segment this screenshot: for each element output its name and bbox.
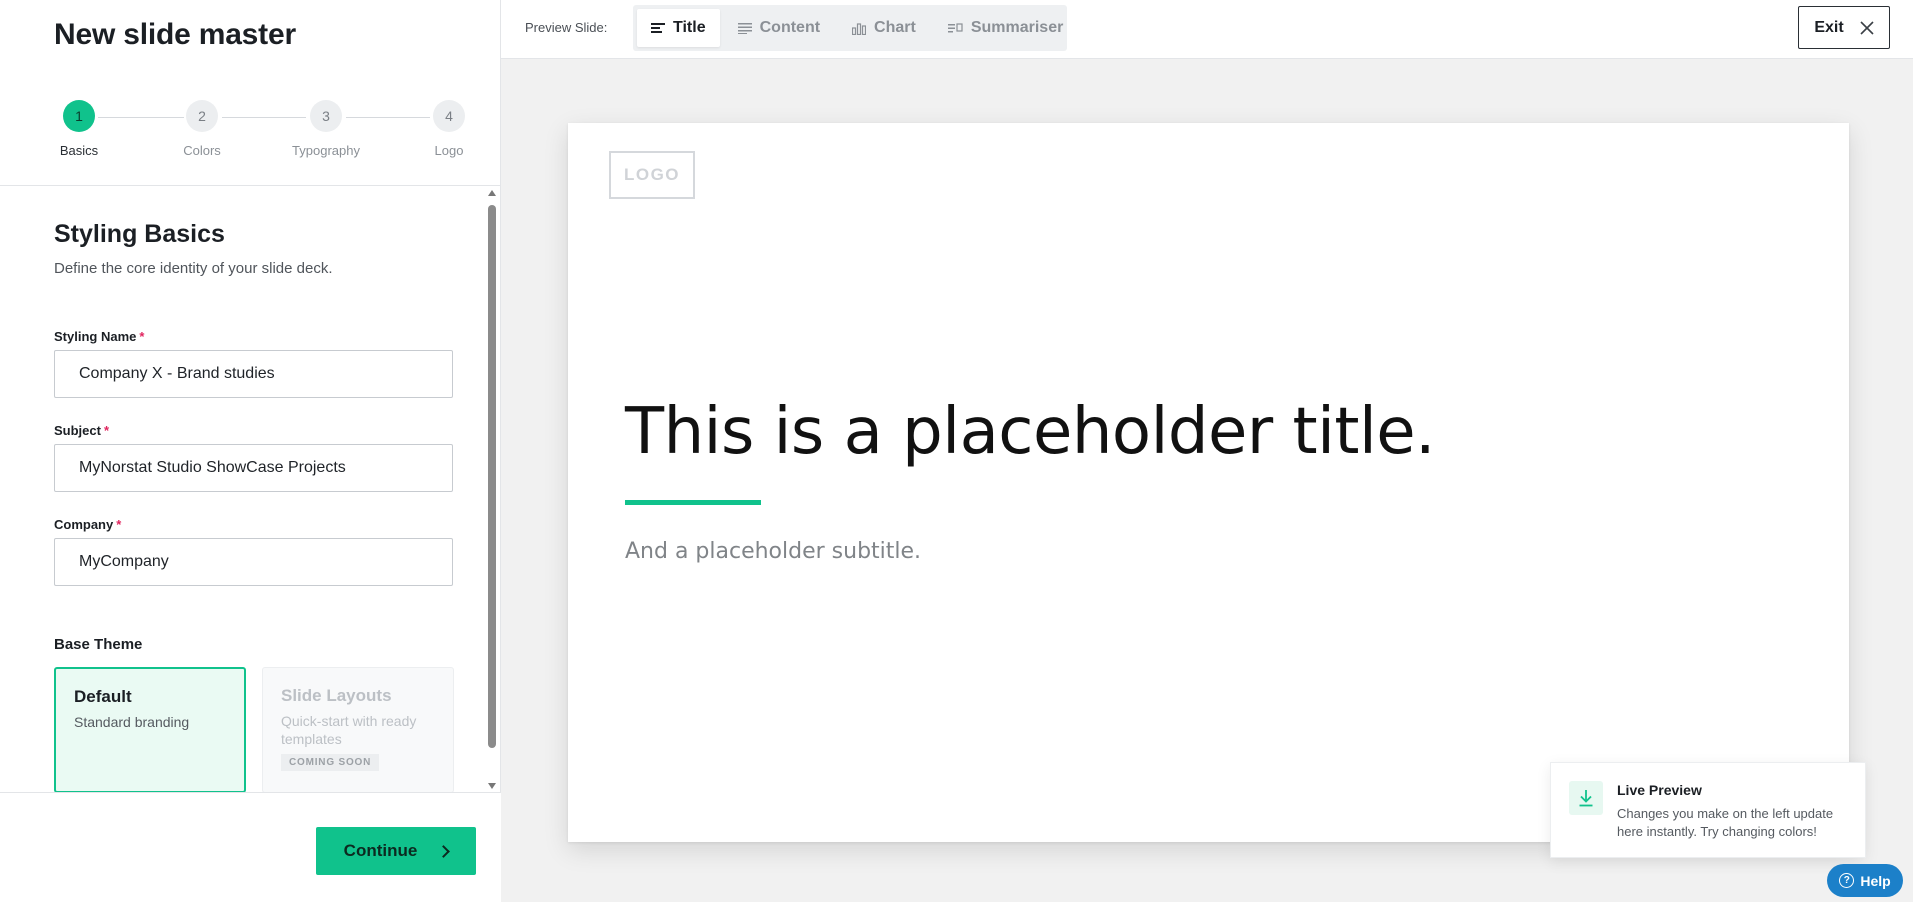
step-label: Basics [59, 143, 99, 158]
bar-chart-icon [852, 22, 867, 35]
theme-option-description: Standard branding [74, 714, 190, 730]
subject-input[interactable] [54, 444, 453, 492]
scrollbar-thumb[interactable] [488, 205, 496, 748]
scroll-up-icon[interactable] [488, 190, 496, 196]
preview-tabs: Title Content Chart Summariser [633, 5, 1067, 51]
subject-label-text: Subject [54, 423, 101, 438]
title-accent-bar [625, 500, 761, 505]
content-lines-icon [737, 23, 752, 34]
required-mark: * [116, 517, 122, 532]
tab-label: Content [759, 19, 821, 36]
help-label: Help [1860, 872, 1891, 889]
summariser-icon [947, 22, 963, 32]
company-label-text: Company [54, 517, 114, 532]
step-label: Typography [292, 143, 360, 158]
step-label: Colors [183, 143, 221, 158]
tab-label: Title [673, 19, 706, 36]
chevron-right-icon [437, 844, 451, 858]
toast-text: Changes you make on the left update here… [1617, 806, 1834, 839]
step-number: 1 [63, 100, 95, 132]
company-label: Company * [54, 517, 121, 532]
slide-preview: LOGO This is a placeholder title. And a … [568, 123, 1849, 842]
subject-label: Subject * [54, 423, 109, 438]
company-input[interactable] [54, 538, 453, 586]
tab-content[interactable]: Content [724, 9, 834, 47]
exit-label: Exit [1814, 18, 1844, 36]
step-label: Logo [434, 143, 464, 158]
step-number: 4 [433, 100, 465, 132]
step-basics[interactable]: 1 Basics [34, 100, 124, 158]
preview-panel: Preview Slide: Title Content Chart Summa… [501, 0, 1913, 902]
styling-name-label-text: Styling Name [54, 329, 137, 344]
scroll-down-icon[interactable] [488, 783, 496, 789]
theme-option-default[interactable]: Default Standard branding [54, 667, 246, 792]
tab-summariser[interactable]: Summariser [934, 9, 1078, 47]
title-lines-icon [651, 23, 665, 33]
download-arrow-icon [1569, 781, 1603, 815]
preview-slide-label: Preview Slide: [525, 20, 608, 35]
close-icon [1860, 20, 1874, 35]
step-logo[interactable]: 4 Logo [404, 100, 494, 158]
slide-title: This is a placeholder title. [625, 395, 1435, 469]
section-title: Styling Basics [54, 220, 225, 248]
required-mark: * [139, 329, 145, 344]
wizard-footer: Continue [0, 792, 501, 902]
coming-soon-badge: COMING SOON [281, 754, 380, 771]
step-number: 3 [310, 100, 342, 132]
live-preview-toast: Live Preview Changes you make on the lef… [1550, 762, 1866, 858]
theme-option-slide-layouts: Slide Layouts Quick-start with ready tem… [262, 667, 454, 792]
step-colors[interactable]: 2 Colors [157, 100, 247, 158]
styling-name-label: Styling Name * [54, 329, 144, 344]
theme-option-title: Slide Layouts [281, 686, 392, 705]
base-theme-label: Base Theme [54, 636, 143, 653]
logo-placeholder: LOGO [609, 151, 695, 199]
exit-button[interactable]: Exit [1798, 6, 1890, 49]
continue-label: Continue [343, 841, 418, 860]
tab-title[interactable]: Title [637, 9, 720, 47]
required-mark: * [103, 423, 110, 438]
continue-button[interactable]: Continue [316, 827, 476, 875]
page-title: New slide master [54, 18, 296, 51]
section-subtitle: Define the core identity of your slide d… [54, 260, 333, 277]
slide-subtitle: And a placeholder subtitle. [625, 539, 922, 564]
form-scrollbar[interactable] [486, 187, 498, 792]
step-typography[interactable]: 3 Typography [281, 100, 371, 158]
tab-label: Chart [874, 19, 916, 36]
preview-toolbar: Preview Slide: Title Content Chart Summa… [501, 0, 1913, 59]
styling-name-input[interactable] [54, 350, 453, 398]
form-scroll-area: Styling Basics Define the core identity … [0, 187, 501, 792]
toast-title: Live Preview [1617, 782, 1702, 798]
help-button[interactable]: ? Help [1827, 864, 1903, 897]
question-circle-icon: ? [1839, 873, 1855, 888]
stepper: 1 Basics 2 Colors 3 Typography 4 Logo [0, 100, 501, 186]
theme-option-description: Quick-start with ready templates [281, 713, 417, 747]
step-number: 2 [186, 100, 218, 132]
wizard-panel: New slide master 1 Basics 2 Colors 3 Typ… [0, 0, 501, 902]
tab-chart[interactable]: Chart [838, 9, 930, 47]
tab-label: Summariser [970, 19, 1064, 36]
theme-option-title: Default [74, 687, 132, 706]
